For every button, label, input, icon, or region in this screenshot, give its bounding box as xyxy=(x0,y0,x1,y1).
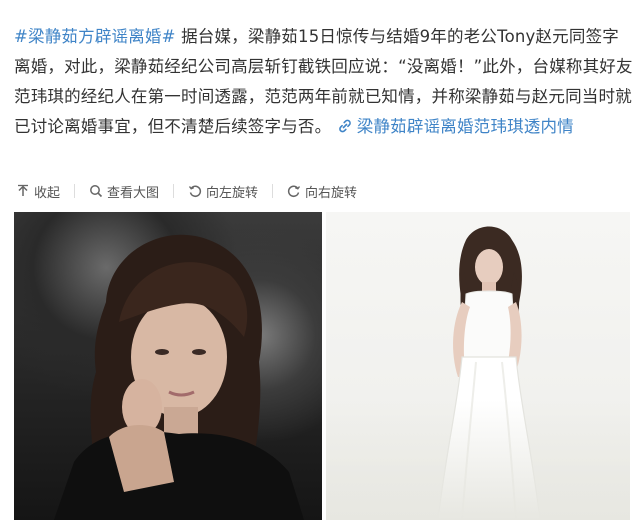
rotate-left-label: 向左旋转 xyxy=(206,185,259,201)
rotate-left-icon xyxy=(188,185,202,197)
woman-portrait-image xyxy=(54,234,304,520)
post-text: #梁静茹方辟谣离婚# 据台媒，梁静茹15日惊传与结婚9年的老公Tony赵元同签字… xyxy=(14,22,634,142)
hashtag-link[interactable]: #梁静茹方辟谣离婚# xyxy=(14,27,176,46)
photo-right[interactable] xyxy=(326,212,630,520)
toolbar-divider xyxy=(74,184,76,198)
arrow-up-icon xyxy=(18,184,28,196)
floor-gradient xyxy=(326,400,630,520)
link-chain-icon xyxy=(338,119,351,133)
rotate-left-button[interactable]: 向左旋转 xyxy=(188,182,274,201)
rotate-right-button[interactable]: 向右旋转 xyxy=(287,182,357,201)
collapse-label: 收起 xyxy=(34,185,61,201)
weibo-post: #梁静茹方辟谣离婚# 据台媒，梁静茹15日惊传与结婚9年的老公Tony赵元同签字… xyxy=(0,0,643,520)
view-large-label: 查看大图 xyxy=(107,185,160,201)
collapse-button[interactable]: 收起 xyxy=(16,182,76,201)
article-link-label: 梁静茹辟谣离婚范玮琪透内情 xyxy=(356,117,574,136)
article-link[interactable]: 梁静茹辟谣离婚范玮琪透内情 xyxy=(337,117,574,136)
toolbar-divider xyxy=(173,184,175,198)
rotate-right-icon xyxy=(287,185,301,197)
view-large-button[interactable]: 查看大图 xyxy=(89,182,175,201)
photo-left[interactable] xyxy=(14,212,322,520)
toolbar-divider xyxy=(272,184,274,198)
magnifier-icon xyxy=(90,185,103,198)
image-toolbar: 收起 查看大图 向左旋转 向右旋转 xyxy=(0,176,643,206)
rotate-right-label: 向右旋转 xyxy=(305,185,358,201)
